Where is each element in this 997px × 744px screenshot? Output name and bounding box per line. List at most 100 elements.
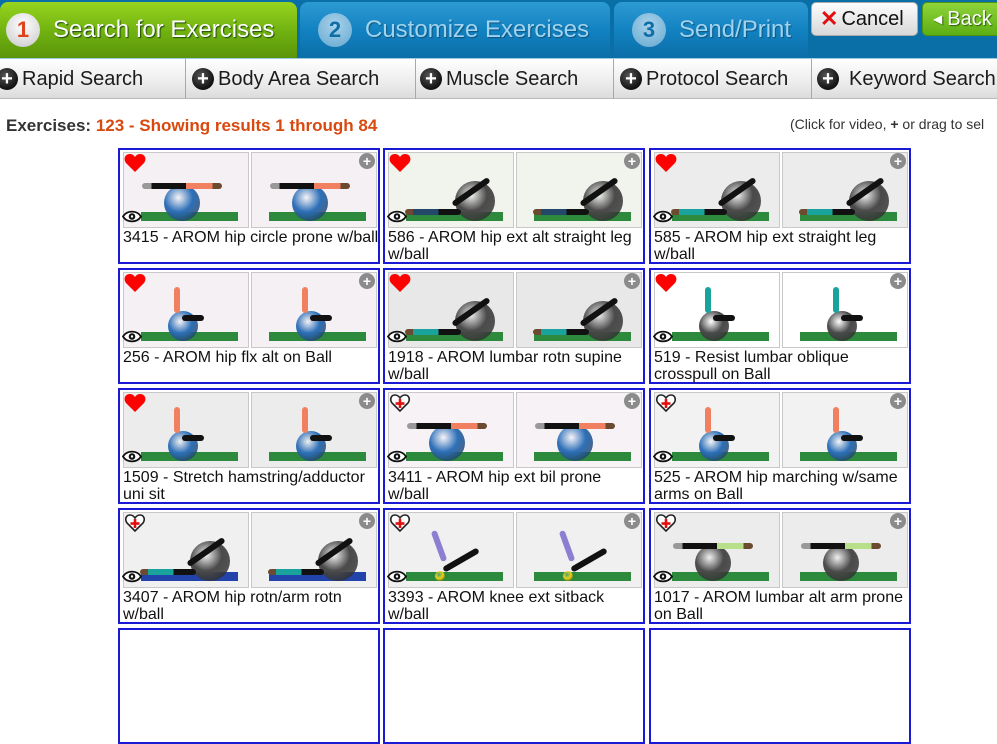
thumbnail-end-position[interactable] [516, 512, 642, 588]
heart-plus-icon[interactable] [389, 513, 411, 533]
exercise-ball [563, 571, 573, 581]
exercise-thumbnails[interactable] [654, 392, 908, 468]
exercise-thumbnails[interactable] [388, 392, 642, 468]
thumbnail-end-position[interactable] [782, 512, 908, 588]
step-customize-exercises[interactable]: 2 Customize Exercises [300, 2, 610, 58]
exercise-card[interactable]: + 256 - AROM hip flx alt on Ball [118, 268, 380, 384]
plus-circle-icon[interactable]: + [359, 513, 375, 529]
heart-filled-icon[interactable] [655, 153, 677, 173]
plus-circle-icon[interactable]: + [359, 393, 375, 409]
heart-filled-icon[interactable] [655, 273, 677, 293]
step-label: Send/Print [679, 16, 792, 43]
plus-circle-icon[interactable]: + [890, 393, 906, 409]
exercise-thumbnails[interactable] [654, 152, 908, 228]
plus-circle-icon[interactable]: + [624, 273, 640, 289]
heart-filled-icon[interactable] [124, 273, 146, 293]
exercise-thumbnails[interactable] [388, 272, 642, 348]
thumbnail-end-position[interactable] [782, 272, 908, 348]
exercise-ball [429, 425, 465, 461]
eye-icon[interactable] [121, 210, 143, 223]
thumbnail-end-position[interactable] [782, 392, 908, 468]
thumbnail-end-position[interactable] [251, 392, 377, 468]
exercise-thumbnails[interactable] [123, 392, 377, 468]
exercise-card[interactable]: + 3407 - AROM hip rotn/arm rotn w/ball [118, 508, 380, 624]
thumbnail-end-position[interactable] [251, 512, 377, 588]
tab-muscle-search[interactable]: + Muscle Search [416, 59, 614, 99]
exercise-thumbnails[interactable] [388, 152, 642, 228]
exercise-thumbnails[interactable] [123, 272, 377, 348]
eye-icon[interactable] [652, 210, 674, 223]
eye-icon[interactable] [386, 450, 408, 463]
exercise-thumbnails[interactable] [654, 512, 908, 588]
plus-circle-icon[interactable]: + [890, 153, 906, 169]
tab-protocol-search[interactable]: + Protocol Search [614, 59, 812, 99]
thumbnail-end-position[interactable] [516, 152, 642, 228]
eye-icon[interactable] [386, 330, 408, 343]
heart-filled-icon[interactable] [389, 273, 411, 293]
x-icon: ✕ [820, 6, 839, 31]
plus-circle-icon[interactable]: + [359, 153, 375, 169]
eye-icon[interactable] [386, 210, 408, 223]
plus-circle-icon[interactable]: + [624, 153, 640, 169]
back-button[interactable]: ◀ Back [922, 2, 997, 36]
exercise-card[interactable]: + 1017 - AROM lumbar alt arm prone on Ba… [649, 508, 911, 624]
eye-icon[interactable] [652, 450, 674, 463]
exercise-thumbnails[interactable] [654, 272, 908, 348]
tab-rapid-search[interactable]: + Rapid Search [0, 59, 186, 99]
exerciser-figure [833, 407, 839, 433]
heart-plus-icon[interactable] [124, 513, 146, 533]
exercise-card[interactable]: + 1509 - Stretch hamstring/adductor uni … [118, 388, 380, 504]
exercise-card[interactable]: + 3393 - AROM knee ext sitback w/ball [383, 508, 645, 624]
exercise-card[interactable]: + 519 - Resist lumbar oblique crosspull … [649, 268, 911, 384]
tab-keyword-search[interactable]: + Keyword Search [812, 59, 997, 99]
exercise-card-partial[interactable] [118, 628, 380, 744]
step-number-badge: 2 [318, 13, 352, 47]
thumbnail-end-position[interactable] [516, 392, 642, 468]
cancel-button[interactable]: ✕ Cancel [811, 2, 918, 36]
exercise-card-partial[interactable] [383, 628, 645, 744]
results-count: 123 - Showing results 1 through 84 [95, 116, 378, 135]
thumbnail-end-position[interactable] [251, 272, 377, 348]
exerciser-figure [405, 329, 461, 335]
plus-circle-icon[interactable]: + [890, 513, 906, 529]
exercise-thumbnails[interactable] [388, 512, 642, 588]
heart-filled-icon[interactable] [389, 153, 411, 173]
exercise-card[interactable]: + 525 - AROM hip marching w/same arms on… [649, 388, 911, 504]
exercise-title: 1017 - AROM lumbar alt arm prone on Ball [654, 589, 903, 623]
heart-plus-icon[interactable] [389, 393, 411, 413]
exercise-card[interactable]: + 3411 - AROM hip ext bil prone w/ball [383, 388, 645, 504]
heart-filled-icon[interactable] [124, 393, 146, 413]
eye-icon[interactable] [121, 450, 143, 463]
heart-filled-icon[interactable] [124, 153, 146, 173]
thumbnail-end-position[interactable] [782, 152, 908, 228]
plus-circle-icon[interactable]: + [624, 393, 640, 409]
plus-circle-icon[interactable]: + [624, 513, 640, 529]
exerciser-figure [302, 407, 308, 433]
heart-plus-icon[interactable] [655, 393, 677, 413]
step-search-for-exercises[interactable]: 1 Search for Exercises [0, 2, 297, 58]
exercise-thumbnails[interactable] [123, 152, 377, 228]
exerciser-figure [673, 543, 753, 549]
eye-icon[interactable] [121, 570, 143, 583]
tab-body-area-search[interactable]: + Body Area Search [186, 59, 416, 99]
exercise-card[interactable]: + 586 - AROM hip ext alt straight leg w/… [383, 148, 645, 264]
plus-circle-icon[interactable]: + [359, 273, 375, 289]
eye-icon[interactable] [121, 330, 143, 343]
exerciser-legs [570, 547, 608, 573]
exercise-card[interactable]: + 1918 - AROM lumbar rotn supine w/ball [383, 268, 645, 384]
exerciser-figure [302, 287, 308, 313]
exercise-card-partial[interactable] [649, 628, 911, 744]
eye-icon[interactable] [386, 570, 408, 583]
eye-icon[interactable] [652, 330, 674, 343]
eye-icon[interactable] [652, 570, 674, 583]
exercise-ball [435, 571, 445, 581]
exercise-thumbnails[interactable] [123, 512, 377, 588]
plus-circle-icon[interactable]: + [890, 273, 906, 289]
heart-plus-icon[interactable] [655, 513, 677, 533]
exercise-card[interactable]: + 3415 - AROM hip circle prone w/ball [118, 148, 380, 264]
plus-circle-icon: + [192, 68, 214, 90]
thumbnail-end-position[interactable] [516, 272, 642, 348]
exercise-card[interactable]: + 585 - AROM hip ext straight leg w/ball [649, 148, 911, 264]
thumbnail-end-position[interactable] [251, 152, 377, 228]
step-send-print[interactable]: 3 Send/Print [614, 2, 808, 58]
